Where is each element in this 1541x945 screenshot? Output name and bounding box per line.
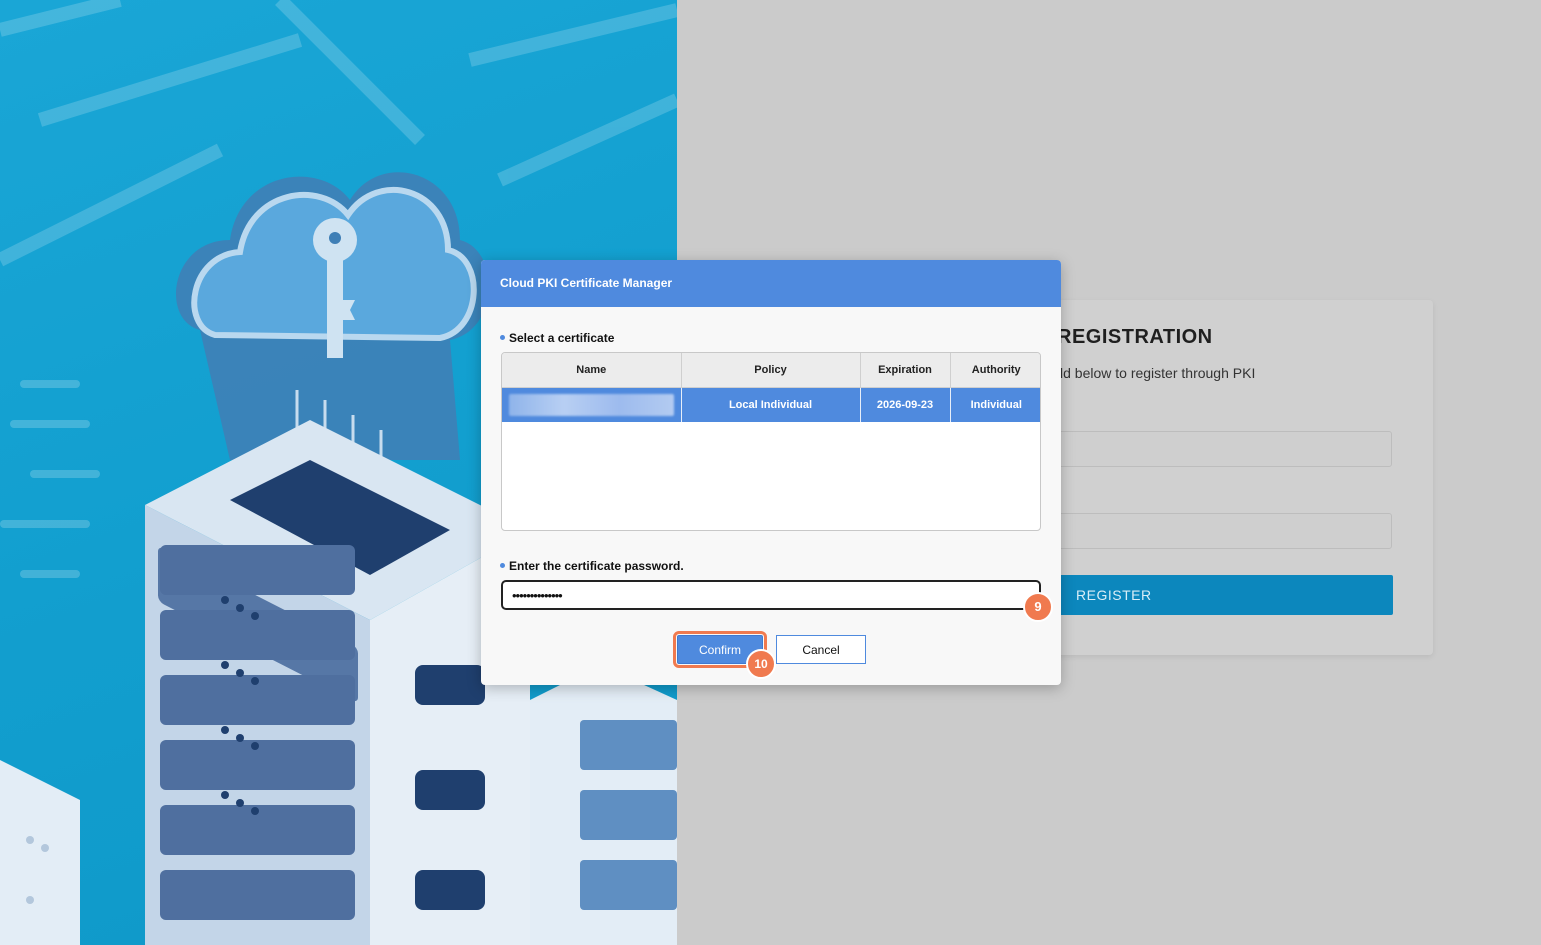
registration-input-2[interactable] bbox=[1030, 513, 1392, 549]
registration-title: REGISTRATION bbox=[1057, 326, 1213, 348]
cell-policy[interactable]: Local Individual bbox=[681, 387, 861, 422]
step-badge-10: 10 bbox=[746, 649, 776, 679]
password-label: Enter the certificate password. bbox=[500, 559, 684, 573]
cell-authority[interactable]: Individual bbox=[950, 387, 1040, 422]
table-header-row: Name Policy Expiration Authority bbox=[502, 353, 1040, 388]
bullet-icon bbox=[500, 563, 505, 569]
bullet-icon bbox=[500, 335, 505, 341]
column-header-expiration[interactable]: Expiration bbox=[860, 353, 951, 388]
registration-input-1[interactable] bbox=[1030, 431, 1392, 467]
register-button[interactable]: REGISTER bbox=[1030, 575, 1393, 615]
step-badge-9: 9 bbox=[1023, 592, 1053, 622]
cancel-button[interactable]: Cancel bbox=[776, 635, 866, 664]
column-header-authority[interactable]: Authority bbox=[950, 353, 1040, 388]
certificate-table: Name Policy Expiration Authority Local I… bbox=[501, 352, 1041, 531]
certificate-password-input[interactable] bbox=[501, 580, 1041, 610]
select-certificate-label: Select a certificate bbox=[500, 331, 614, 345]
cell-expiration[interactable]: 2026-09-23 bbox=[860, 387, 951, 422]
cell-name[interactable] bbox=[502, 387, 682, 422]
dialog-title: Cloud PKI Certificate Manager bbox=[481, 260, 1061, 307]
table-row[interactable]: Local Individual 2026-09-23 Individual bbox=[502, 387, 1040, 422]
column-header-policy[interactable]: Policy bbox=[681, 353, 861, 388]
registration-subtitle: ld below to register through PKI bbox=[1060, 365, 1256, 381]
column-header-name[interactable]: Name bbox=[502, 353, 682, 388]
certificate-manager-dialog: Cloud PKI Certificate Manager Select a c… bbox=[481, 260, 1061, 685]
redacted-name bbox=[509, 394, 674, 416]
